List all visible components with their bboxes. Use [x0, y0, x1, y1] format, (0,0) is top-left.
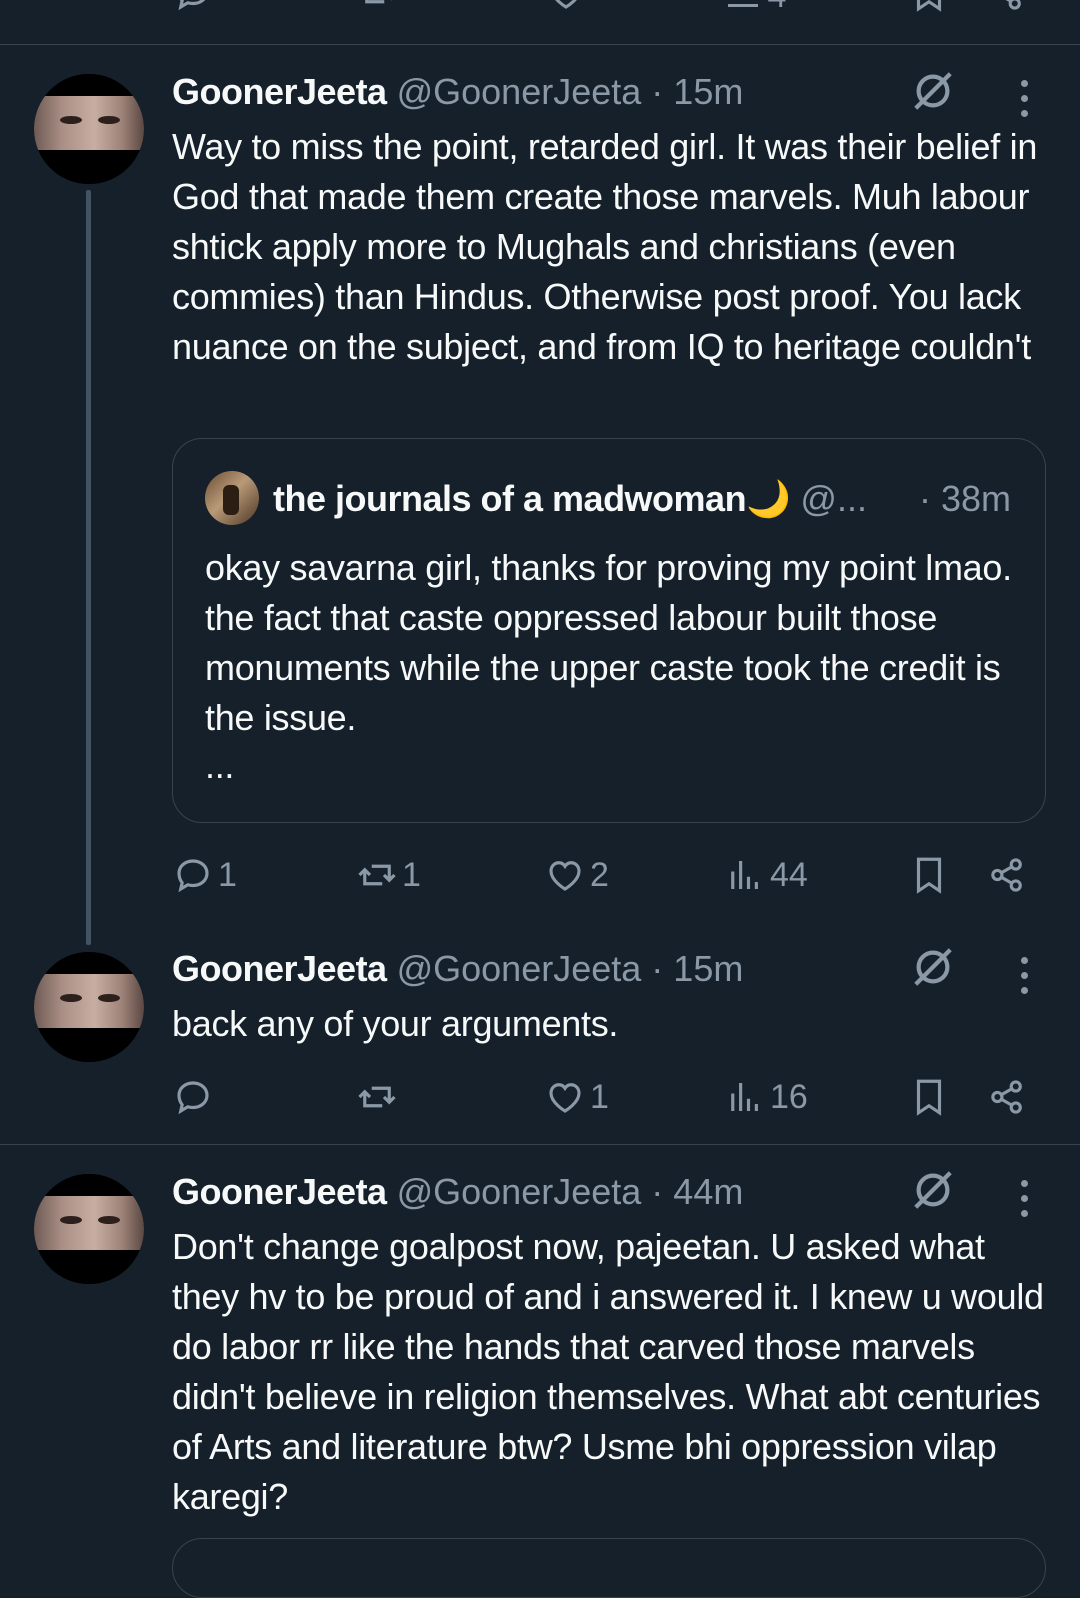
share-icon[interactable]	[985, 0, 1027, 14]
quoted-text: okay savarna girl, thanks for proving my…	[205, 543, 1025, 789]
like-icon	[549, 861, 581, 891]
reply-icon	[177, 1081, 209, 1115]
grok-icon[interactable]	[910, 1167, 956, 1213]
reply-icon	[177, 859, 209, 893]
avatar[interactable]	[34, 952, 144, 1062]
like-icon	[549, 1083, 581, 1113]
more-icon[interactable]	[1018, 957, 1030, 997]
quoted-tweet-partial[interactable]	[172, 1538, 1046, 1598]
like-count: 2	[590, 855, 609, 894]
views-count: 4	[767, 0, 786, 15]
reply-count: 1	[218, 855, 237, 894]
bookmark-icon	[916, 857, 942, 894]
action-bar: 1 16	[172, 1072, 1052, 1122]
display-name[interactable]: GoonerJeeta	[172, 1171, 387, 1212]
quoted-body: okay savarna girl, thanks for proving my…	[205, 547, 1012, 738]
repost-icon	[358, 1086, 396, 1108]
handle[interactable]: @GoonerJeeta	[397, 948, 642, 989]
share-icon	[991, 858, 1022, 892]
tweet-header: GoonerJeeta @GoonerJeeta · 15m	[172, 948, 744, 989]
thread-line	[86, 190, 91, 945]
display-name[interactable]: GoonerJeeta	[172, 71, 387, 112]
tweet-header: GoonerJeeta @GoonerJeeta · 15m	[172, 71, 744, 112]
quoted-avatar[interactable]	[205, 471, 259, 525]
grok-icon[interactable]	[910, 68, 956, 114]
avatar[interactable]	[34, 1174, 144, 1284]
quoted-header: the journals of a madwoman🌙 @...	[273, 477, 1013, 521]
avatar[interactable]	[34, 74, 144, 184]
timestamp[interactable]: 15m	[673, 948, 743, 989]
repost-count: 1	[402, 855, 421, 894]
quoted-ellipsis: ...	[205, 745, 235, 786]
tweet-text: Way to miss the point, retarded girl. It…	[172, 126, 1038, 367]
repost-button[interactable]	[356, 1072, 402, 1122]
views-button[interactable]: 16	[724, 1072, 808, 1122]
tweet-text: Don't change goalpost now, pajeetan. U a…	[172, 1226, 1044, 1517]
divider	[0, 44, 1080, 45]
repost-icon[interactable]	[358, 0, 400, 14]
handle[interactable]: @GoonerJeeta	[397, 1171, 642, 1212]
handle[interactable]: @GoonerJeeta	[397, 71, 642, 112]
quoted-display-name: the journals of a madwoman🌙	[273, 478, 791, 519]
prev-tweet-actions: 4	[0, 0, 1080, 20]
reply-button[interactable]: 1	[172, 850, 237, 900]
views-icon	[731, 1083, 758, 1111]
timestamp[interactable]: 15m	[673, 71, 743, 112]
share-button[interactable]	[986, 1072, 1028, 1122]
views-button[interactable]: 44	[724, 850, 808, 900]
views-count: 16	[770, 1077, 808, 1116]
quoted-timestamp: · 38m	[918, 478, 1011, 519]
tweet-text: back any of your arguments.	[172, 1003, 619, 1044]
tweet-header: GoonerJeeta @GoonerJeeta · 44m	[172, 1171, 744, 1212]
grok-icon[interactable]	[910, 944, 956, 990]
quoted-handle: @...	[800, 478, 867, 519]
bookmark-icon	[916, 1079, 942, 1116]
views-icon	[731, 861, 758, 889]
more-icon[interactable]	[1018, 1180, 1030, 1220]
bookmark-button[interactable]	[908, 1072, 950, 1122]
like-button[interactable]: 1	[544, 1072, 609, 1122]
views-count: 44	[770, 855, 808, 894]
views-partial[interactable]: 4	[728, 0, 786, 16]
share-icon	[991, 1080, 1022, 1114]
repost-button[interactable]: 1	[356, 850, 421, 900]
more-icon[interactable]	[1018, 80, 1030, 120]
like-count: 1	[590, 1077, 609, 1116]
bookmark-icon[interactable]	[908, 0, 950, 14]
timestamp[interactable]: 44m	[673, 1171, 743, 1212]
reply-button[interactable]	[172, 1072, 218, 1122]
like-button[interactable]: 2	[544, 850, 609, 900]
reply-icon[interactable]	[172, 0, 214, 14]
divider	[0, 1144, 1080, 1145]
quoted-tweet[interactable]: the journals of a madwoman🌙 @... · 38m o…	[172, 438, 1046, 823]
display-name[interactable]: GoonerJeeta	[172, 948, 387, 989]
repost-icon	[358, 864, 396, 886]
like-icon[interactable]	[545, 0, 587, 14]
action-bar: 1 1 2 44	[172, 850, 1052, 900]
bookmark-button[interactable]	[908, 850, 950, 900]
share-button[interactable]	[986, 850, 1028, 900]
